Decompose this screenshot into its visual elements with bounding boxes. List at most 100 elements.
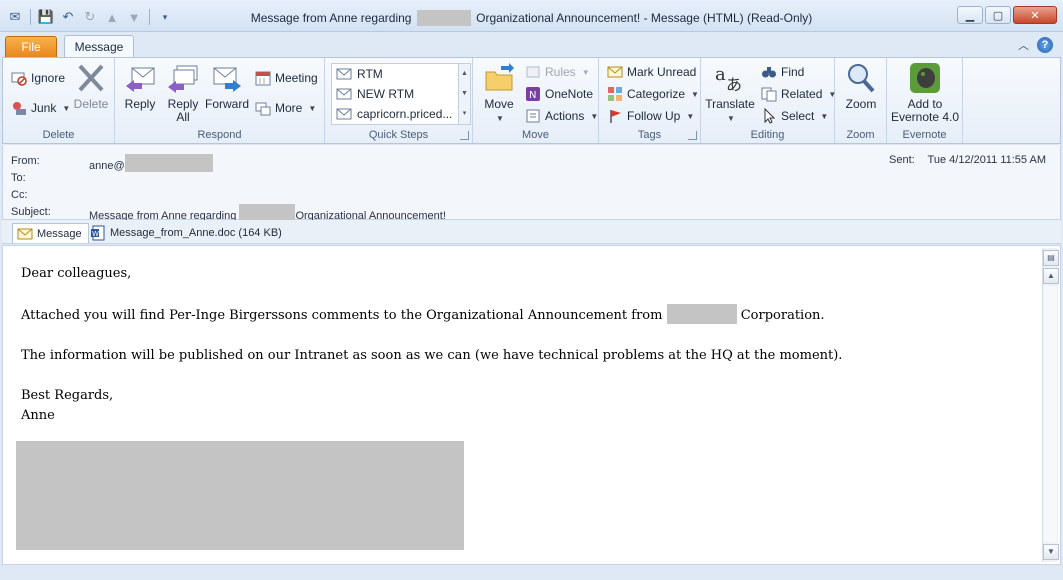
group-evernote: Add to Evernote 4.0 Evernote — [887, 58, 963, 143]
word-document-icon: W — [90, 225, 106, 241]
title-bar: ✉ 💾 ↶ ↻ ▲ ▼ ▾ Message from Anne regardin… — [0, 0, 1063, 32]
group-label-tags: Tags — [637, 129, 662, 141]
forward-label: Forward — [205, 97, 250, 111]
junk-icon — [11, 100, 27, 116]
scroll-up-icon[interactable]: ▲ — [1043, 268, 1059, 284]
tab-message[interactable]: Message — [64, 35, 134, 59]
delete-x-icon — [75, 62, 107, 94]
translate-label: Translate — [705, 97, 755, 111]
reply-button[interactable]: Reply — [119, 62, 161, 111]
translate-button[interactable]: aあ Translate ▼ — [705, 62, 755, 125]
title-prefix: Message from Anne regarding — [250, 11, 412, 25]
minimize-button[interactable]: ▁ — [957, 6, 983, 24]
quick-step-label: RTM — [357, 67, 383, 81]
chevron-down-icon: ▼ — [590, 111, 599, 121]
move-button[interactable]: Move ▼ — [479, 62, 519, 125]
chevron-down-icon: ▼ — [691, 89, 699, 99]
find-label: Find — [781, 65, 805, 79]
help-icon[interactable]: ? — [1037, 37, 1053, 53]
add-to-evernote-label-2: Evernote 4.0 — [890, 110, 960, 124]
calendar-icon — [255, 70, 271, 86]
redacted-box — [416, 10, 471, 26]
quick-step-item[interactable]: NEW RTM — [332, 84, 458, 104]
categorize-label: Categorize — [627, 87, 686, 101]
onenote-icon: N — [525, 86, 541, 102]
delete-button[interactable]: Delete — [71, 62, 111, 111]
subject-label: Subject: — [11, 206, 51, 218]
reply-all-button[interactable]: Reply All — [163, 62, 203, 124]
message-body[interactable]: Dear colleagues, Attached you will find … — [2, 245, 1061, 565]
quick-step-item[interactable]: RTM — [332, 64, 458, 84]
attachment-file[interactable]: W Message_from_Anne.doc (164 KB) — [90, 224, 282, 242]
reply-label: Reply — [124, 97, 156, 111]
meeting-button[interactable]: Meeting — [255, 68, 318, 88]
from-value[interactable]: anne@ — [89, 154, 213, 172]
body-line-2: The information will be published on our… — [21, 348, 843, 363]
categorize-button[interactable]: Categorize ▼ — [607, 84, 699, 104]
message-text: Dear colleagues, Attached you will find … — [21, 264, 842, 446]
dialog-launcher-icon[interactable] — [460, 131, 469, 140]
tab-file[interactable]: File — [5, 36, 57, 58]
redacted-box — [666, 304, 737, 324]
group-label-move: Move — [522, 129, 549, 141]
rules-button[interactable]: Rules ▼ — [525, 62, 590, 82]
scroll-down-icon[interactable]: ▼ — [1043, 544, 1059, 560]
add-to-evernote-button[interactable]: Add to Evernote 4.0 — [889, 62, 961, 124]
move-folder-icon — [483, 62, 515, 94]
quick-step-label: capricorn.priced... — [357, 107, 453, 121]
onenote-button[interactable]: N OneNote — [525, 84, 593, 104]
ignore-button[interactable]: Ignore — [11, 68, 65, 88]
message-view-tab[interactable]: Message — [12, 223, 89, 243]
expand-gallery-icon[interactable]: ▾ — [459, 104, 470, 124]
zoom-button[interactable]: Zoom — [839, 62, 883, 111]
follow-up-button[interactable]: Follow Up ▼ — [607, 106, 694, 126]
find-button[interactable]: Find — [761, 62, 804, 82]
scroll-down-icon[interactable]: ▼ — [459, 84, 470, 104]
delete-label: Delete — [73, 97, 109, 111]
sent-value: Tue 4/12/2011 11:55 AM — [927, 154, 1046, 166]
body-line-1-prefix: Attached you will find Per-Inge Birgerss… — [21, 308, 663, 323]
quick-step-item[interactable]: capricorn.priced... — [332, 104, 458, 124]
page-icon[interactable]: ▤ — [1043, 250, 1059, 266]
related-label: Related — [781, 87, 823, 101]
mark-unread-button[interactable]: Mark Unread — [607, 62, 696, 82]
maximize-button[interactable]: ▢ — [985, 6, 1011, 24]
svg-text:あ: あ — [726, 75, 742, 94]
rtm-icon — [336, 66, 352, 82]
scrollbar-track[interactable] — [1044, 286, 1057, 542]
cursor-arrow-icon — [761, 107, 777, 124]
onenote-label: OneNote — [545, 87, 594, 101]
magnifier-icon — [845, 62, 877, 94]
translate-icon: aあ — [714, 62, 746, 94]
redacted-box — [124, 154, 213, 172]
related-button[interactable]: Related ▼ — [761, 84, 836, 104]
group-label-editing: Editing — [750, 129, 785, 141]
minimize-ribbon-icon[interactable]: ︿ — [1018, 37, 1029, 53]
related-icon — [761, 86, 777, 102]
window-controls: ▁ ▢ ✕ — [957, 6, 1057, 24]
junk-button[interactable]: Junk ▼ — [11, 98, 70, 118]
reply-all-label-1: Reply — [167, 97, 199, 111]
close-button[interactable]: ✕ — [1013, 6, 1057, 24]
mark-unread-label: Mark Unread — [627, 65, 697, 79]
zoom-label: Zoom — [845, 97, 877, 111]
select-button[interactable]: Select ▼ — [761, 106, 828, 126]
group-editing: aあ Translate ▼ Find Related ▼ Select ▼ Edit… — [701, 58, 836, 143]
group-label-delete: Delete — [42, 129, 75, 141]
svg-text:N: N — [529, 90, 536, 101]
dialog-launcher-icon[interactable] — [688, 131, 697, 140]
forward-button[interactable]: Forward — [205, 62, 249, 111]
more-label: More — [275, 101, 303, 115]
quick-steps-gallery: RTM NEW RTM capricorn.priced... — [331, 63, 459, 125]
binoculars-icon — [761, 64, 777, 80]
from-address: anne@ — [89, 160, 125, 172]
scroll-up-icon[interactable]: ▲ — [459, 64, 470, 84]
svg-text:a: a — [715, 64, 726, 85]
vertical-scrollbar[interactable]: ▤ ▲ ▼ — [1042, 248, 1059, 562]
more-respond-button[interactable]: More ▼ — [255, 98, 316, 118]
attachment-bar: Message W Message_from_Anne.doc (164 KB) — [2, 220, 1061, 244]
envelope-icon — [17, 226, 33, 242]
group-label-zoom: Zoom — [846, 129, 875, 141]
quick-steps-scrollbar[interactable]: ▲ ▼ ▾ — [459, 63, 471, 125]
actions-button[interactable]: Actions ▼ — [525, 106, 598, 126]
